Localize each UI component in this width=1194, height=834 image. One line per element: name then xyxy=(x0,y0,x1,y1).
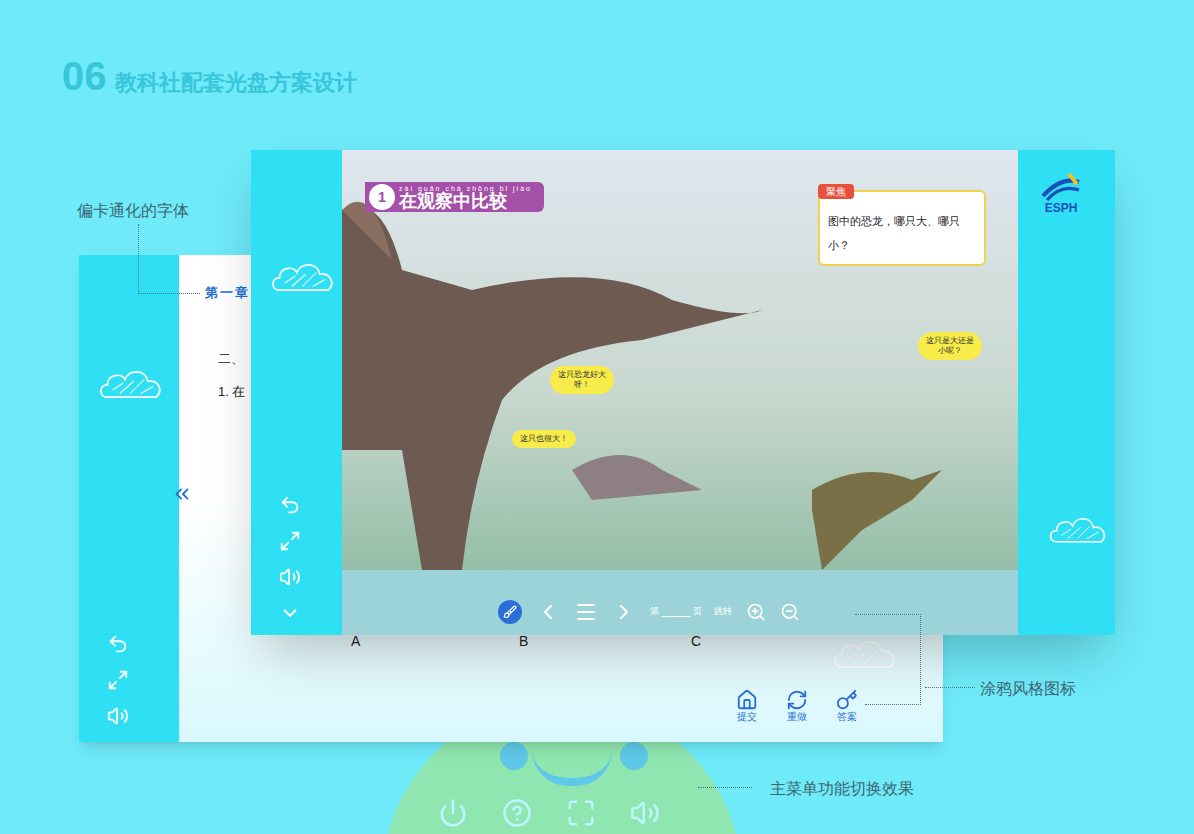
back-icon[interactable] xyxy=(279,494,301,516)
textbook-page: 1zài guān chá zhōng bǐ jiào在观察中比较 聚焦图中的恐龙… xyxy=(342,150,1018,635)
action-button[interactable]: 重做 xyxy=(781,689,813,724)
cloud-icon xyxy=(1047,510,1111,548)
side-tools xyxy=(279,494,301,624)
page-toolbar: 第页跳转 xyxy=(498,600,800,624)
prev-icon[interactable] xyxy=(171,483,193,505)
cloud-icon xyxy=(269,256,339,296)
expand-icon[interactable] xyxy=(279,530,301,552)
refresh-icon xyxy=(786,689,808,711)
annotation: 涂鸦风格图标 xyxy=(980,677,1076,701)
fullscreen-icon[interactable] xyxy=(566,798,596,828)
leader-line xyxy=(865,614,921,705)
chapter-title: 第一章 xyxy=(205,283,250,303)
book-logo-icon xyxy=(1039,172,1083,202)
slide-title: 06教科社配套光盘方案设计 xyxy=(62,56,357,99)
cloud-icon xyxy=(97,363,167,403)
side-tools xyxy=(107,633,129,727)
question-line: 二、 xyxy=(218,349,244,369)
expand-icon[interactable] xyxy=(107,669,129,691)
question-line: 1. 在 xyxy=(218,382,245,402)
action-buttons: 提交重做答案 xyxy=(731,689,863,724)
cloud-icon xyxy=(831,633,901,673)
slide-number: 06 xyxy=(62,56,107,96)
front-window: ESPH 1zài guān chá zhōng bǐ jiào在观察中比较 聚焦图… xyxy=(251,150,1115,635)
annotation: 偏卡通化的字体 xyxy=(77,199,189,223)
menu-icon[interactable] xyxy=(574,600,598,624)
slide-heading: 教科社配套光盘方案设计 xyxy=(115,66,357,99)
prev-page-icon[interactable] xyxy=(536,600,560,624)
key-icon xyxy=(836,689,858,711)
next-page-icon[interactable] xyxy=(612,600,636,624)
speech-bubble: 这只是大还是小呢？ xyxy=(918,332,982,360)
action-button[interactable]: 答案 xyxy=(831,689,863,724)
publisher-logo: ESPH xyxy=(1039,172,1083,214)
main-menu xyxy=(438,798,660,828)
leader-line xyxy=(138,224,200,294)
sound-icon[interactable] xyxy=(630,798,660,828)
focus-box: 聚焦图中的恐龙，哪只大、哪只小？ xyxy=(818,190,986,266)
smile xyxy=(532,750,612,786)
zoom-in-icon[interactable] xyxy=(746,602,766,622)
lesson-badge: 1zài guān chá zhōng bǐ jiào在观察中比较 xyxy=(365,182,544,212)
sound-icon[interactable] xyxy=(107,705,129,727)
collapse-icon[interactable] xyxy=(279,602,301,624)
sound-icon[interactable] xyxy=(279,566,301,588)
eye xyxy=(620,742,648,770)
action-button[interactable]: 提交 xyxy=(731,689,763,724)
back-icon[interactable] xyxy=(107,633,129,655)
annotation: 主菜单功能切换效果 xyxy=(770,777,914,801)
page-jump[interactable]: 第页跳转 xyxy=(650,605,732,619)
leader-line xyxy=(698,787,752,788)
speech-bubble: 这只恐龙好大呀！ xyxy=(550,366,614,394)
power-icon[interactable] xyxy=(438,798,468,828)
speech-bubble: 这只也很大！ xyxy=(512,430,576,448)
zoom-out-icon[interactable] xyxy=(780,602,800,622)
brush-icon[interactable] xyxy=(503,605,517,619)
eye xyxy=(500,742,528,770)
home-icon xyxy=(736,689,758,711)
slide: 06教科社配套光盘方案设计第一章二、1. 在ABC提交重做答案ESPH1zài … xyxy=(0,0,1194,834)
leader-line xyxy=(925,687,975,688)
help-icon[interactable] xyxy=(502,798,532,828)
